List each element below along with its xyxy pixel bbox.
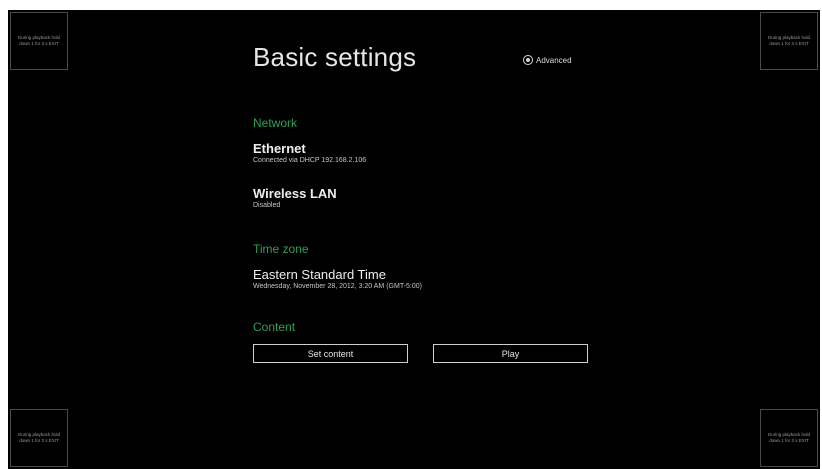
exit-hint-text: During playback hold down 1 for 3 s EXIT xyxy=(17,35,61,46)
exit-hint-top-left: During playback hold down 1 for 3 s EXIT xyxy=(10,12,68,70)
exit-hint-text: During playback hold down 1 for 3 s EXIT xyxy=(17,432,61,443)
radio-icon xyxy=(523,55,533,65)
ethernet-status: Connected via DHCP 192.168.2.106 xyxy=(253,157,367,164)
advanced-label: Advanced xyxy=(536,55,572,65)
exit-hint-top-right: During playback hold down 1 for 3 s EXIT xyxy=(760,12,818,70)
play-button[interactable]: Play xyxy=(433,344,588,363)
time-zone-item[interactable]: Eastern Standard Time Wednesday, Novembe… xyxy=(253,267,422,292)
advanced-toggle[interactable]: Advanced xyxy=(523,55,572,65)
page-title: Basic settings xyxy=(253,42,417,72)
time-zone-datetime: Wednesday, November 28, 2012, 3:20 AM (G… xyxy=(253,283,422,290)
exit-hint-text: During playback hold down 1 for 3 s EXIT xyxy=(767,35,811,46)
wireless-lan-item[interactable]: Wireless LAN Disabled xyxy=(253,186,337,211)
exit-hint-bottom-right: During playback hold down 1 for 3 s EXIT xyxy=(760,409,818,467)
section-header-network: Network xyxy=(253,116,298,130)
wireless-lan-status: Disabled xyxy=(253,202,281,209)
section-header-time-zone: Time zone xyxy=(253,242,309,256)
section-header-content: Content xyxy=(253,320,296,334)
ethernet-item[interactable]: Ethernet Connected via DHCP 192.168.2.10… xyxy=(253,141,366,166)
time-zone-title: Eastern Standard Time xyxy=(253,267,386,282)
ethernet-title: Ethernet xyxy=(253,141,306,156)
settings-screen: During playback hold down 1 for 3 s EXIT… xyxy=(8,10,820,469)
wireless-lan-title: Wireless LAN xyxy=(253,186,337,201)
exit-hint-bottom-left: During playback hold down 1 for 3 s EXIT xyxy=(10,409,68,467)
exit-hint-text: During playback hold down 1 for 3 s EXIT xyxy=(767,432,811,443)
set-content-button[interactable]: Set content xyxy=(253,344,408,363)
